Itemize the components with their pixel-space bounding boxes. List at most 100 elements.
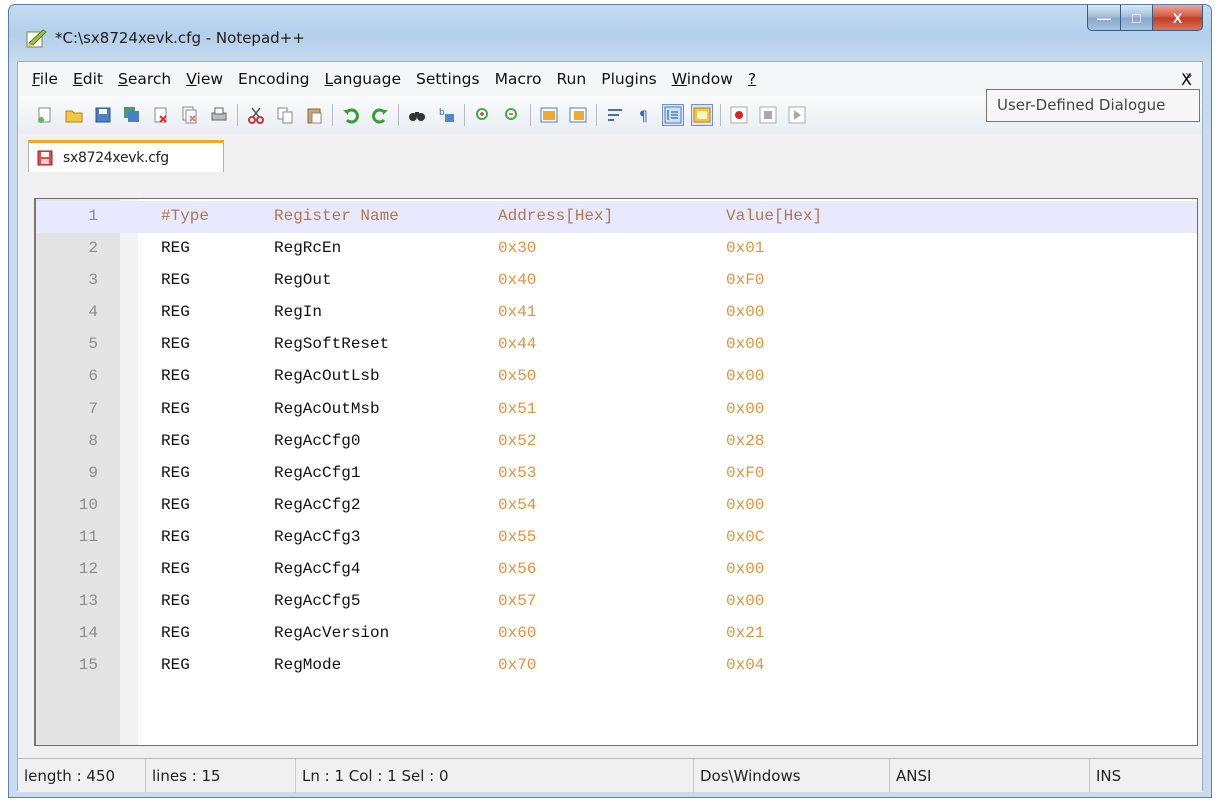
replace-button[interactable]: b <box>435 104 457 126</box>
playback-macro-icon <box>788 106 806 124</box>
menu-item-[interactable]: ? <box>748 70 756 88</box>
indent-guide-button[interactable] <box>662 104 684 126</box>
print-button[interactable] <box>208 104 230 126</box>
code-line[interactable]: 8 REG RegAcCfg0 0x52 0x28 <box>36 426 1197 458</box>
code-line[interactable]: 4 REG RegIn 0x41 0x00 <box>36 297 1197 329</box>
stop-recording-button[interactable] <box>757 104 779 126</box>
word-wrap-icon <box>608 109 622 121</box>
code-line[interactable]: 1 #Type Register Name Address[Hex] Value[Hex… <box>36 201 1197 234</box>
code-line[interactable]: 2 REG RegRcEn 0x30 0x01 <box>36 233 1197 265</box>
new-file-button[interactable] <box>34 104 56 126</box>
sync-vertical-button[interactable] <box>538 104 560 126</box>
playback-macro-button[interactable] <box>786 104 808 126</box>
toolbar-separator <box>464 104 465 126</box>
code-line[interactable]: 7 REG RegAcOutMsb 0x51 0x00 <box>36 394 1197 426</box>
menu-item-settings[interactable]: Settings <box>416 70 480 88</box>
minimize-button[interactable]: — <box>1087 5 1121 31</box>
undo-button[interactable] <box>340 104 362 126</box>
save-icon <box>95 107 111 123</box>
code-token: 0x30 <box>498 239 537 258</box>
word-wrap-button[interactable] <box>604 104 626 126</box>
code-token: REG <box>161 592 190 611</box>
menu-item-macro[interactable]: Macro <box>495 70 542 88</box>
status-bar: length : 450 lines : 15 Ln : 1 Col : 1 S… <box>18 758 1202 793</box>
client-area: File Edit Search View Encoding Language Settin… <box>17 61 1203 793</box>
toolbar-separator <box>332 104 333 126</box>
user-defined-dialogue-button[interactable] <box>691 104 713 126</box>
line-number: 4 <box>88 303 98 322</box>
redo-button[interactable] <box>369 104 391 126</box>
code-token: REG <box>161 431 190 450</box>
zoom-in-button[interactable] <box>472 104 494 126</box>
code-token: 0x44 <box>498 335 537 354</box>
maximize-button[interactable]: □ <box>1121 5 1153 31</box>
find-button[interactable] <box>406 104 428 126</box>
code-token: 0x00 <box>726 592 765 611</box>
menu-item-language[interactable]: Language <box>324 70 401 88</box>
toolbar-overflow-chevron-icon[interactable]: » <box>1185 68 1192 82</box>
code-line[interactable]: 10 REG RegAcCfg2 0x54 0x00 <box>36 490 1197 522</box>
code-token: 0x40 <box>498 271 537 290</box>
tab-sx8724xevk-cfg[interactable]: sx8724xevk.cfg <box>28 140 224 172</box>
toolbar-separator <box>596 104 597 126</box>
title-bar[interactable]: *C:\sx8724xevk.cfg - Notepad++ — □ X <box>9 5 1211 61</box>
menu-item-encoding[interactable]: Encoding <box>238 70 309 88</box>
line-number: 9 <box>88 463 98 482</box>
line-number: 7 <box>88 399 98 418</box>
code-line[interactable]: 14 REG RegAcVersion 0x60 0x21 <box>36 618 1197 650</box>
code-token: REG <box>161 560 190 579</box>
copy-button[interactable] <box>274 104 296 126</box>
sync-horizontal-button[interactable] <box>567 104 589 126</box>
code-token: Register Name <box>274 207 399 225</box>
code-token: RegSoftReset <box>274 335 390 354</box>
code-token: RegAcCfg5 <box>274 592 361 611</box>
line-number: 13 <box>78 592 98 611</box>
svg-text:¶: ¶ <box>639 109 648 124</box>
code-token: 0x56 <box>498 560 537 579</box>
close-button[interactable] <box>150 104 172 126</box>
close-all-button[interactable] <box>179 104 201 126</box>
zoom-out-button[interactable] <box>501 104 523 126</box>
code-line[interactable]: 5 REG RegSoftReset 0x44 0x00 <box>36 329 1197 361</box>
code-token: REG <box>161 367 190 386</box>
close-window-button[interactable]: X <box>1153 5 1203 31</box>
show-all-chars-button[interactable]: ¶ <box>633 104 655 126</box>
close-all-icon <box>182 106 197 124</box>
code-line[interactable]: 3 REG RegOut 0x40 0xF0 <box>36 265 1197 297</box>
paste-button[interactable] <box>303 104 325 126</box>
menu-item-run[interactable]: Run <box>556 70 586 88</box>
menu-item-view[interactable]: View <box>186 70 223 88</box>
line-number: 5 <box>88 335 98 354</box>
notepadpp-app-icon <box>26 29 47 48</box>
open-file-button[interactable] <box>63 104 85 126</box>
record-macro-button[interactable] <box>728 104 750 126</box>
editor-area[interactable]: 1 #Type Register Name Address[Hex] Value[Hex… <box>34 198 1198 746</box>
code-line[interactable]: 11 REG RegAcCfg3 0x55 0x0C <box>36 522 1197 554</box>
menu-item-file[interactable]: File <box>32 70 58 88</box>
code-line[interactable]: 12 REG RegAcCfg4 0x56 0x00 <box>36 554 1197 586</box>
menu-item-window[interactable]: Window <box>672 70 733 88</box>
code-token: RegRcEn <box>274 239 342 258</box>
menu-item-search[interactable]: Search <box>118 70 171 88</box>
code-token: REG <box>161 239 190 258</box>
code-token: 0x04 <box>726 656 765 675</box>
cut-button[interactable] <box>245 104 267 126</box>
code-token: 0x00 <box>726 335 765 354</box>
code-line[interactable]: 15 REG RegMode 0x70 0x04 <box>36 650 1197 682</box>
toolbar-separator <box>398 104 399 126</box>
code-line[interactable]: 6 REG RegAcOutLsb 0x50 0x00 <box>36 361 1197 393</box>
code-line[interactable]: 13 REG RegAcCfg5 0x57 0x00 <box>36 586 1197 618</box>
code-token: 0x00 <box>726 399 765 418</box>
user-defined-dialogue-icon <box>693 107 711 123</box>
indent-guide-icon <box>664 106 682 124</box>
code-line[interactable]: 9 REG RegAcCfg1 0x53 0xF0 <box>36 458 1197 490</box>
cut-icon <box>248 107 264 124</box>
code-token: RegAcCfg4 <box>274 560 361 579</box>
code-token: RegAcCfg2 <box>274 495 361 514</box>
toolbar-separator <box>720 104 721 126</box>
menu-item-edit[interactable]: Edit <box>73 70 103 88</box>
save-all-button[interactable] <box>121 104 143 126</box>
sync-horizontal-icon <box>569 107 587 123</box>
menu-item-plugins[interactable]: Plugins <box>601 70 657 88</box>
save-button[interactable] <box>92 104 114 126</box>
